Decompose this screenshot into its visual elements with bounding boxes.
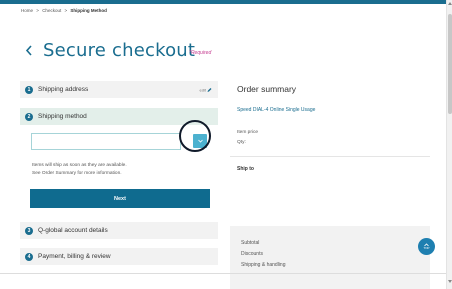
discounts-label: Discounts xyxy=(241,251,263,257)
chevron-left-icon[interactable] xyxy=(25,44,33,60)
item-price-label: Item price xyxy=(237,130,259,135)
page-header: Secure checkout xyxy=(25,40,195,61)
step-shipping-address[interactable]: 1 Shipping address edit xyxy=(20,81,218,98)
scroll-down-arrow-icon[interactable] xyxy=(448,280,452,283)
step-label: Q-global account details xyxy=(38,227,108,234)
highlight-circle xyxy=(179,120,211,152)
ship-to-label: Ship to xyxy=(237,166,254,172)
step-number: 2 xyxy=(25,112,33,121)
step-label: Shipping method xyxy=(38,113,87,120)
order-summary-title: Order summary xyxy=(237,84,297,94)
shipping-note-line1: Items will ship as soon as they are avai… xyxy=(32,163,127,168)
subtotal-label: Subtotal xyxy=(241,240,260,246)
breadcrumb-separator: > xyxy=(36,8,39,13)
breadcrumb-separator: > xyxy=(64,8,68,13)
qty-label: Qty: xyxy=(237,140,246,145)
shipping-method-select[interactable] xyxy=(31,133,181,150)
step-label: Payment, billing & review xyxy=(38,253,111,260)
breadcrumb-home[interactable]: Home xyxy=(21,8,33,13)
breadcrumb-current: Shipping Method xyxy=(70,8,107,13)
step-qglobal-account: 3 Q-global account details xyxy=(20,222,218,239)
page-title: Secure checkout xyxy=(43,40,196,61)
required-note: *Required xyxy=(189,50,212,56)
viewport-divider xyxy=(0,273,446,274)
edit-label: edit xyxy=(199,87,206,92)
shipping-handling-label: Shipping & handling xyxy=(241,262,286,268)
step-label: Shipping address xyxy=(38,86,89,93)
top-label: TOP xyxy=(423,246,430,250)
order-totals: Subtotal Discounts Shipping & handling xyxy=(230,226,430,289)
step-number: 4 xyxy=(25,252,33,261)
summary-divider xyxy=(230,156,430,157)
scroll-up-arrow-icon[interactable] xyxy=(448,2,452,5)
next-button[interactable]: Next xyxy=(30,189,210,208)
step-payment-billing: 4 Payment, billing & review xyxy=(20,248,218,265)
breadcrumb: Home > Checkout > Shipping Method xyxy=(21,8,109,13)
page-scrollbar[interactable] xyxy=(446,0,452,289)
product-name[interactable]: Speed DIAL-4 Online Single Usage xyxy=(237,107,315,113)
breadcrumb-checkout[interactable]: Checkout xyxy=(42,8,61,13)
top-accent-bar xyxy=(0,0,446,4)
scrollbar-thumb[interactable] xyxy=(448,14,452,114)
pencil-icon xyxy=(207,87,212,92)
step-number: 3 xyxy=(25,226,33,235)
shipping-note-line2: See Order Summary for more information. xyxy=(32,171,122,176)
step-number: 1 xyxy=(25,85,33,94)
scroll-to-top-button[interactable]: TOP xyxy=(418,238,435,255)
edit-shipping-address-link[interactable]: edit xyxy=(200,87,212,92)
